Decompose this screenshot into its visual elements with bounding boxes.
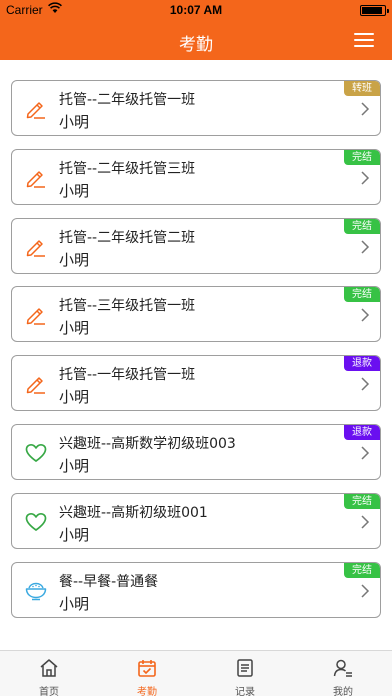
pencil-icon xyxy=(24,166,48,190)
pencil-icon xyxy=(24,235,48,259)
status-badge: 退款 xyxy=(344,356,380,372)
student-name: 小明 xyxy=(59,594,90,613)
pencil-icon xyxy=(24,372,48,396)
page-title: 考勤 xyxy=(179,35,213,55)
tab-document[interactable]: 记录 xyxy=(196,651,294,696)
tab-label: 记录 xyxy=(235,687,255,696)
status-bar: Carrier 10:07 AM xyxy=(0,0,392,20)
course-name: 托管--二年级托管三班 xyxy=(59,160,196,177)
attendance-card[interactable]: 托管--一年级托管一班 小明 退款 xyxy=(11,355,381,412)
attendance-card[interactable]: 兴趣班--高斯数学初级班003 小明 退款 xyxy=(11,424,381,480)
pencil-icon xyxy=(24,303,48,327)
chevron-right-icon xyxy=(361,171,370,185)
tab-calendar-check[interactable]: 考勤 xyxy=(98,651,196,696)
chevron-right-icon xyxy=(361,446,370,460)
student-name: 小明 xyxy=(59,181,90,200)
attendance-card[interactable]: 托管--二年级托管二班 小明 完结 xyxy=(11,217,381,274)
tab-label: 我的 xyxy=(333,687,353,696)
tab-home[interactable]: 首页 xyxy=(0,651,98,696)
chevron-right-icon xyxy=(361,102,370,116)
chevron-right-icon xyxy=(361,308,370,322)
status-badge: 完结 xyxy=(344,562,380,578)
tab-label: 首页 xyxy=(39,687,59,696)
chevron-right-icon xyxy=(361,377,370,391)
student-name: 小明 xyxy=(59,525,90,544)
heart-icon xyxy=(24,510,48,534)
tab-user[interactable]: 我的 xyxy=(294,651,392,696)
chevron-right-icon xyxy=(361,240,370,254)
course-name: 兴趣班--高斯初级班001 xyxy=(59,504,208,521)
course-name: 托管--二年级托管一班 xyxy=(59,92,196,108)
status-badge: 转班 xyxy=(344,81,380,96)
attendance-card[interactable]: 托管--二年级托管一班 小明 转班 xyxy=(11,80,381,136)
pencil-icon xyxy=(24,97,48,121)
status-badge: 完结 xyxy=(344,287,380,303)
tab-bar: 首页 考勤 记录 我的 xyxy=(0,650,392,696)
nav-bar: 考勤 xyxy=(0,20,392,60)
status-badge: 完结 xyxy=(344,493,380,509)
student-name: 小明 xyxy=(59,250,90,269)
hamburger-menu-icon[interactable] xyxy=(354,31,374,49)
student-name: 小明 xyxy=(59,457,90,475)
attendance-card[interactable]: 托管--三年级托管一班 小明 完结 xyxy=(11,286,381,343)
bowl-icon xyxy=(24,579,48,603)
battery-icon xyxy=(360,5,389,16)
heart-icon xyxy=(24,441,48,465)
attendance-card[interactable]: 餐--早餐-普通餐 小明 完结 xyxy=(11,561,381,618)
status-time: 10:07 AM xyxy=(169,3,223,17)
status-badge: 完结 xyxy=(344,149,380,165)
course-name: 托管--一年级托管一班 xyxy=(59,367,196,384)
student-name: 小明 xyxy=(59,388,90,407)
chevron-right-icon xyxy=(361,584,370,598)
attendance-card[interactable]: 兴趣班--高斯初级班001 小明 完结 xyxy=(11,492,381,549)
course-name: 托管--二年级托管二班 xyxy=(59,229,196,246)
course-name: 餐--早餐-普通餐 xyxy=(59,573,159,590)
chevron-right-icon xyxy=(361,515,370,529)
student-name: 小明 xyxy=(59,319,90,338)
status-badge: 完结 xyxy=(344,218,380,234)
course-name: 兴趣班--高斯数学初级班003 xyxy=(59,436,236,452)
status-badge: 退款 xyxy=(344,425,380,440)
student-name: 小明 xyxy=(59,113,90,131)
attendance-card[interactable]: 托管--二年级托管三班 小明 完结 xyxy=(11,148,381,205)
course-name: 托管--三年级托管一班 xyxy=(59,298,196,315)
tab-label: 考勤 xyxy=(137,687,157,696)
